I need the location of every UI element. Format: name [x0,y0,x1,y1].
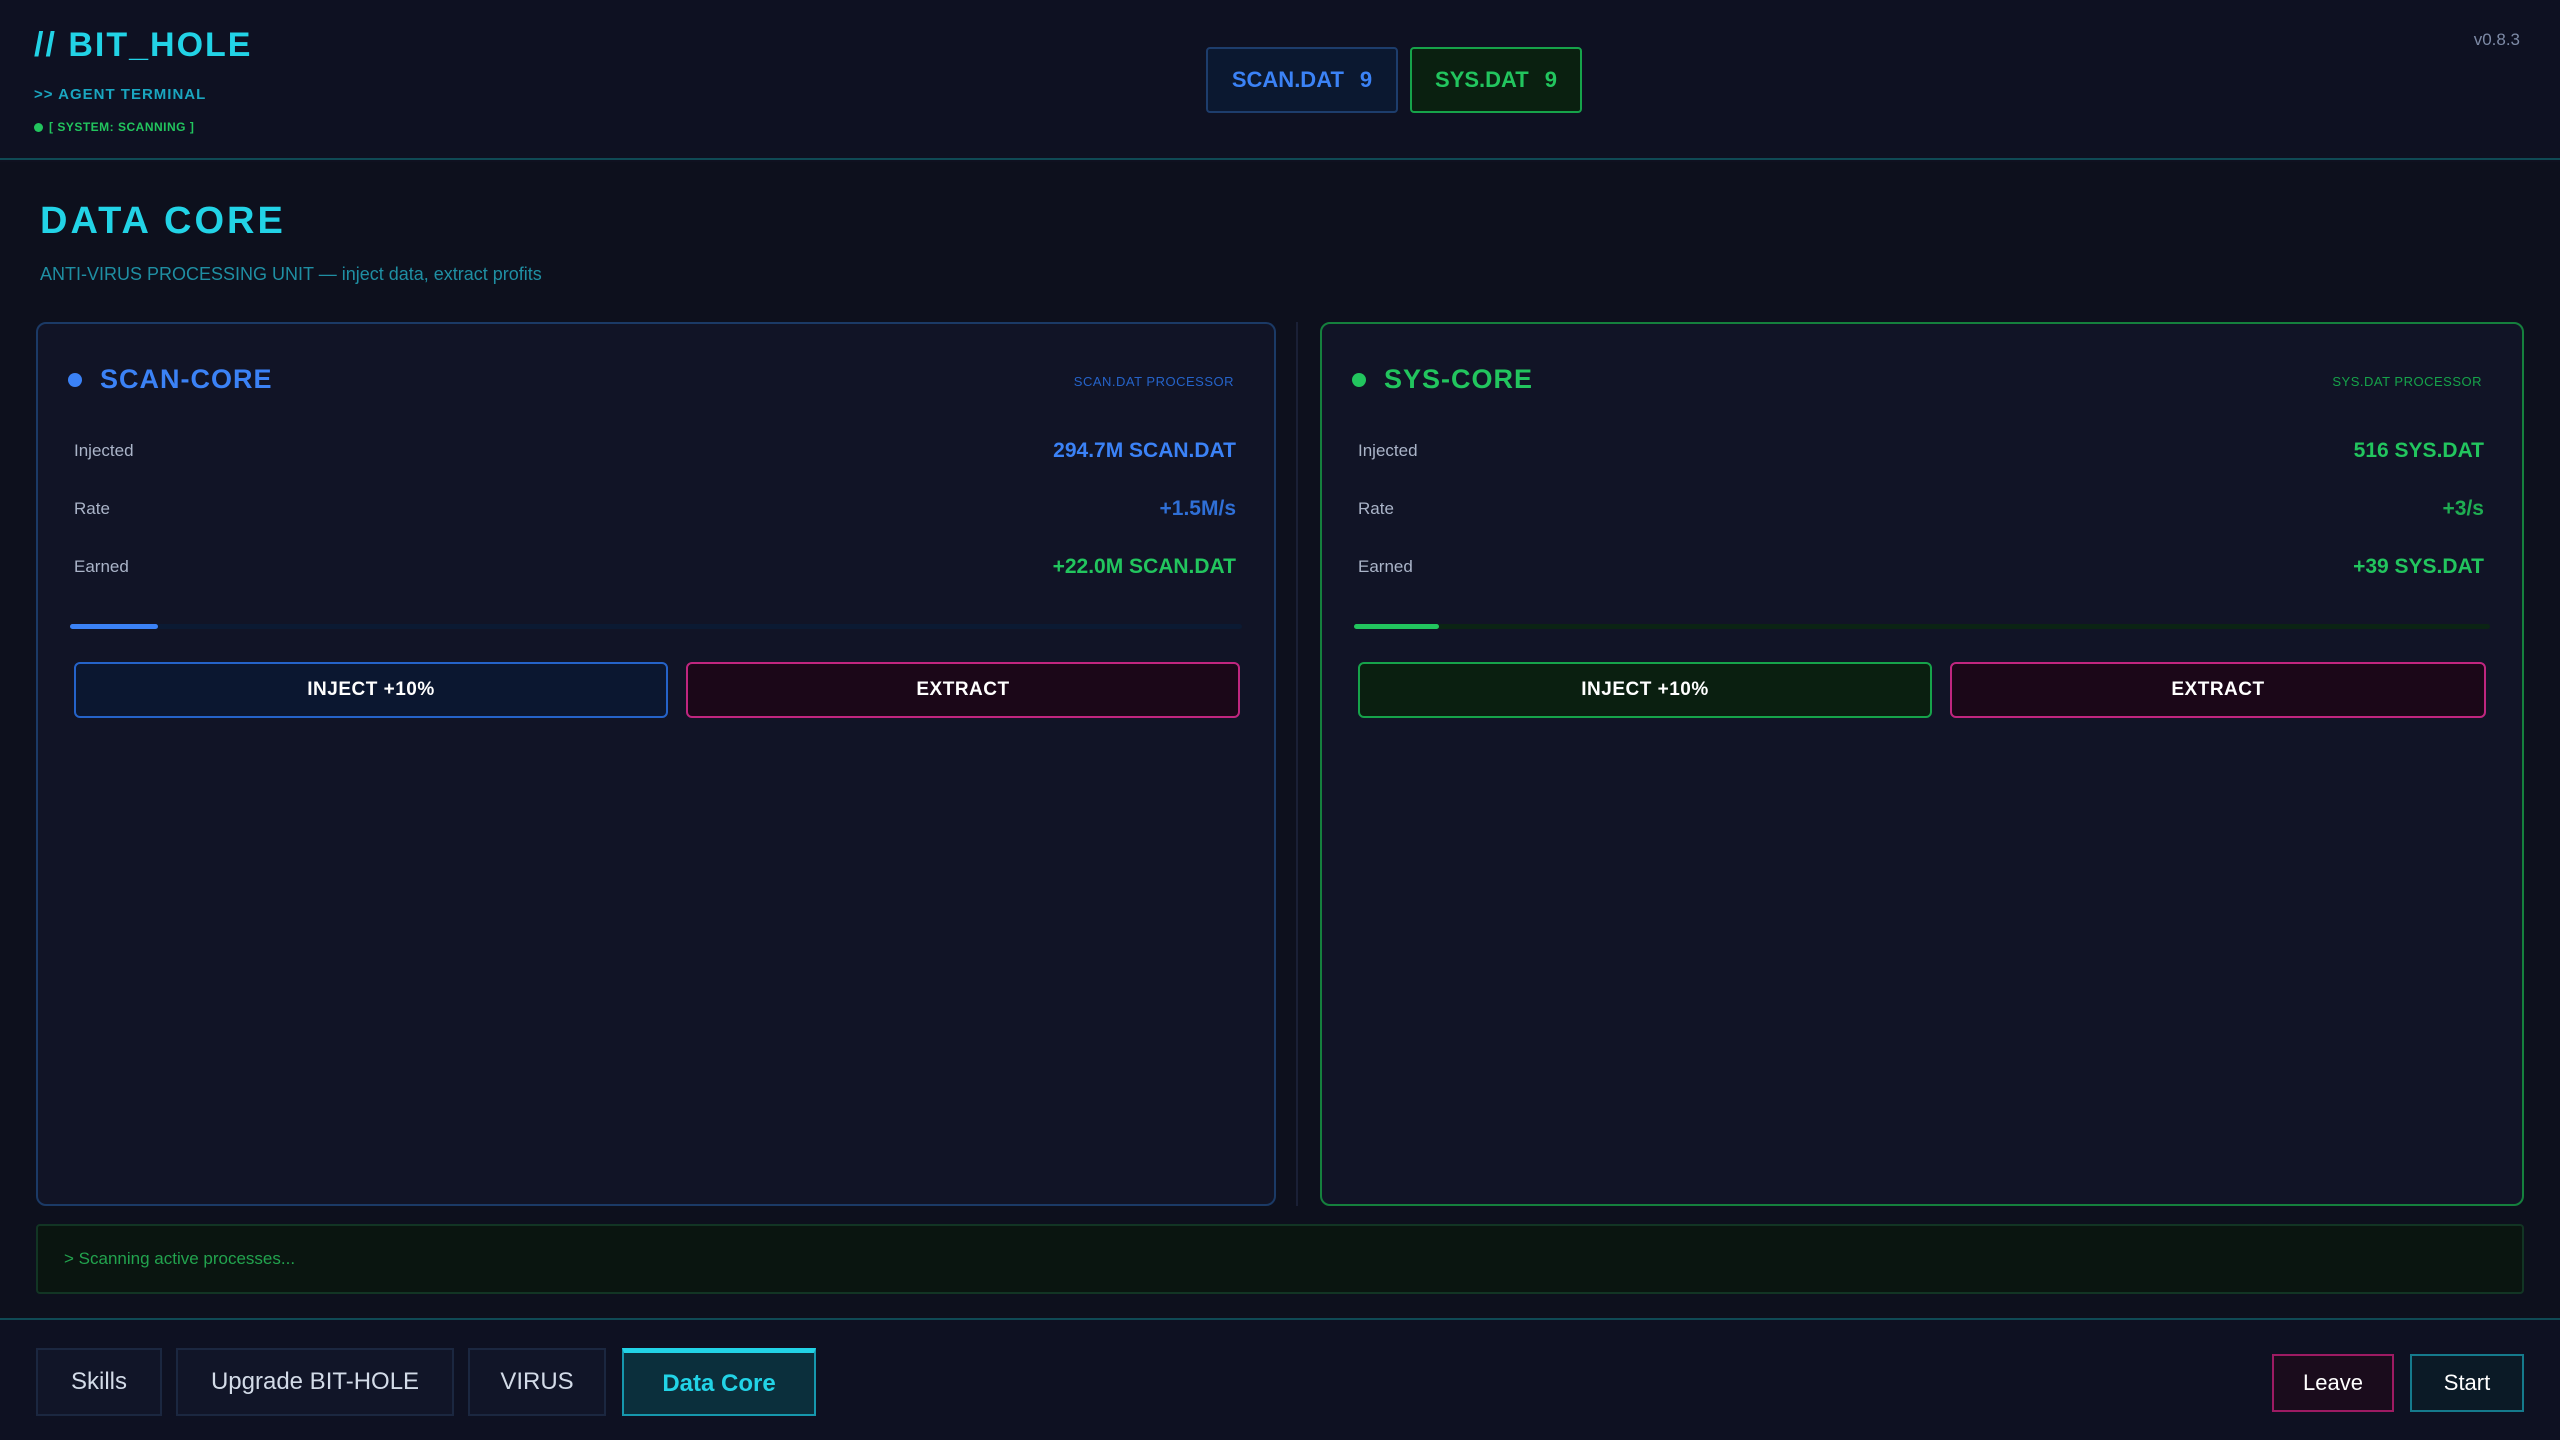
sys-core-header: SYS-CORE [1352,364,1533,395]
sys-stat-earned: Earned +39 SYS.DAT [1358,552,2484,582]
scan-core-panel: SCAN-CORE SCAN.DAT PROCESSOR Injected 29… [36,322,1276,1206]
stat-value: +39 SYS.DAT [2353,555,2484,578]
scan-stat-earned: Earned +22.0M SCAN.DAT [74,552,1236,582]
tab-data-core[interactable]: Data Core [622,1348,816,1416]
resource-sys-value: 9 [1544,67,1557,92]
resource-scan-dat: SCAN.DAT 9 [1206,47,1398,113]
scan-core-header: SCAN-CORE [68,364,273,395]
stat-value: 516 SYS.DAT [2353,439,2484,462]
page-subtitle: ANTI-VIRUS PROCESSING UNIT — inject data… [40,264,542,284]
resource-scan-name: SCAN.DAT [1231,67,1344,92]
stat-value: +1.5M/s [1159,497,1236,520]
tab-skills[interactable]: Skills [36,1348,162,1416]
scan-core-tag: SCAN.DAT PROCESSOR [1073,374,1234,389]
sys-extract-button[interactable]: EXTRACT [1950,662,2486,718]
resource-sys-dat: SYS.DAT 9 [1410,47,1582,113]
stat-value: +22.0M SCAN.DAT [1052,555,1236,578]
scan-inject-button[interactable]: INJECT +10% [74,662,668,718]
app-subtitle: >> AGENT TERMINAL [34,86,207,103]
resource-sys-name: SYS.DAT [1435,67,1529,92]
scan-progress-fill [70,624,158,629]
tab-virus[interactable]: VIRUS [468,1348,606,1416]
status-dot-icon [34,122,43,132]
sys-stat-rate: Rate +3/s [1358,494,2484,524]
scan-extract-button[interactable]: EXTRACT [686,662,1240,718]
page-title: DATA CORE [40,200,286,242]
leave-button[interactable]: Leave [2272,1354,2394,1412]
stat-label: Earned [74,557,129,576]
stat-value: +3/s [2442,497,2484,520]
stat-value: 294.7M SCAN.DAT [1053,439,1236,462]
stat-label: Rate [74,499,110,518]
sys-stat-injected: Injected 516 SYS.DAT [1358,436,2484,466]
sys-core-title: SYS-CORE [1384,364,1534,394]
scan-progress-bar [70,624,1242,629]
sys-core-tag: SYS.DAT PROCESSOR [2332,374,2482,389]
stat-label: Earned [1358,557,1413,576]
stat-label: Injected [74,441,134,460]
sys-core-dot-icon [1352,372,1366,387]
header-bar: // BIT_HOLE >> AGENT TERMINAL [ SYSTEM: … [0,0,2560,160]
sys-core-panel: SYS-CORE SYS.DAT PROCESSOR Injected 516 … [1320,322,2524,1206]
version-label: v0.8.3 [2473,30,2520,49]
scan-stat-rate: Rate +1.5M/s [74,494,1236,524]
sys-progress-bar [1354,624,2490,629]
scan-stat-injected: Injected 294.7M SCAN.DAT [74,436,1236,466]
stat-label: Injected [1358,441,1418,460]
core-divider [1296,322,1298,1206]
tab-upgrade-bit-hole[interactable]: Upgrade BIT-HOLE [176,1348,454,1416]
system-status-text: [ SYSTEM: SCANNING ] [49,120,195,134]
sys-progress-fill [1354,624,1440,629]
stat-label: Rate [1358,499,1394,518]
start-button[interactable]: Start [2410,1354,2524,1412]
app-title: // BIT_HOLE [34,26,253,64]
scan-core-dot-icon [68,372,82,387]
bottom-nav: Skills Upgrade BIT-HOLE VIRUS Data Core … [0,1318,2560,1440]
activity-log: > Scanning active processes... [36,1224,2524,1294]
scan-core-title: SCAN-CORE [100,364,273,394]
resource-scan-value: 9 [1359,67,1373,92]
system-status: [ SYSTEM: SCANNING ] [34,120,194,134]
sys-inject-button[interactable]: INJECT +10% [1358,662,1932,718]
